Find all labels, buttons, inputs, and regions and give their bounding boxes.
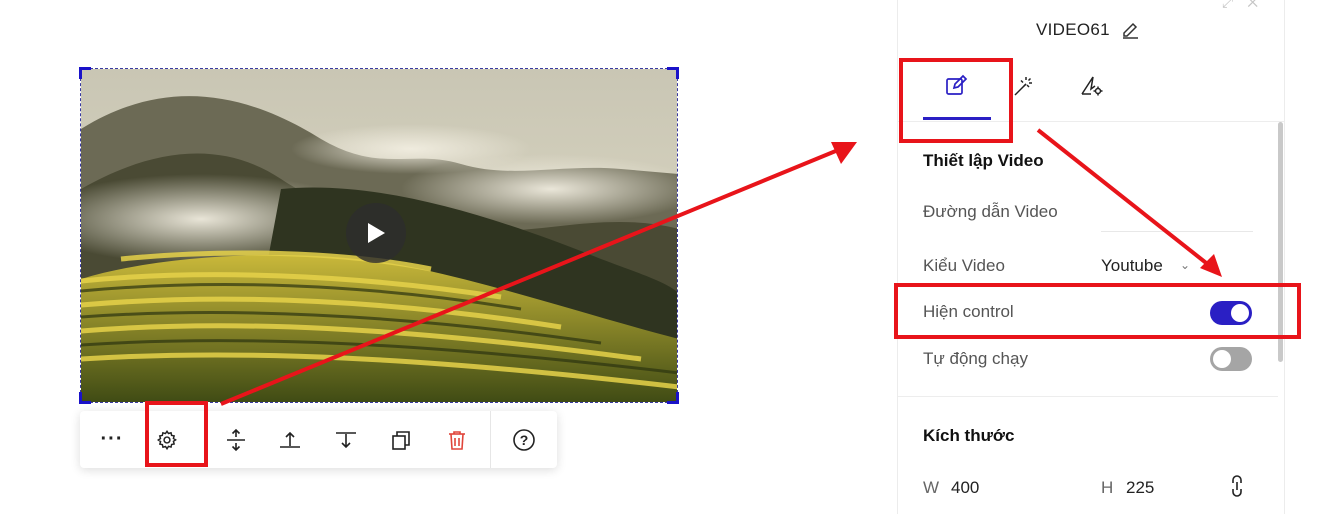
resize-handle-top-left[interactable]	[79, 67, 91, 79]
active-tab-indicator	[923, 117, 991, 120]
magic-wand-icon	[1014, 77, 1032, 96]
align-bottom-icon	[336, 431, 356, 448]
edit-icon	[946, 74, 968, 95]
help-button[interactable]: ?	[504, 411, 544, 468]
panel-scrollbar[interactable]	[1278, 122, 1283, 362]
rename-icon[interactable]	[1120, 19, 1140, 39]
delete-button[interactable]	[437, 411, 477, 468]
align-top-icon	[280, 431, 300, 448]
autoplay-toggle[interactable]	[1210, 347, 1252, 371]
resize-handle-top-right[interactable]	[667, 67, 679, 79]
settings-panel: ⤢✕ VIDEO61 Thiết lập Video Đường dẫn Vid…	[897, 0, 1285, 514]
height-input[interactable]: 225	[1126, 478, 1154, 498]
toggle-knob	[1213, 350, 1231, 368]
video-type-label: Kiểu Video	[923, 256, 1005, 275]
more-icon: ···	[100, 428, 124, 450]
play-icon	[368, 223, 385, 243]
chevron-down-icon: ⌄	[1180, 258, 1191, 272]
tabs-divider	[898, 121, 1284, 122]
help-icon: ?	[513, 428, 535, 451]
width-label: W	[923, 478, 940, 497]
resize-handle-bottom-left[interactable]	[79, 392, 91, 404]
video-settings-title: Thiết lập Video	[923, 151, 1044, 170]
move-vertical-button[interactable]	[216, 411, 256, 468]
move-vertical-icon	[227, 428, 245, 451]
width-input[interactable]: 400	[951, 478, 979, 498]
play-button[interactable]	[346, 203, 406, 263]
show-controls-toggle[interactable]	[1210, 301, 1252, 325]
size-section-title: Kích thước	[923, 426, 1015, 445]
arrow-head-to-panel	[831, 142, 857, 164]
autoplay-label: Tự động chạy	[923, 349, 1028, 368]
settings-button[interactable]	[147, 411, 187, 468]
window-controls[interactable]: ⤢✕	[1222, 0, 1272, 11]
resize-handle-bottom-right[interactable]	[667, 392, 679, 404]
tab-advanced[interactable]	[1072, 66, 1112, 106]
video-url-input[interactable]	[1101, 196, 1253, 232]
align-top-button[interactable]	[270, 411, 310, 468]
trash-icon	[449, 430, 465, 450]
aspect-lock-icon[interactable]	[1228, 474, 1246, 498]
duplicate-icon	[392, 430, 410, 450]
video-type-select[interactable]: Youtube	[1101, 256, 1163, 276]
gear-icon	[156, 429, 177, 450]
more-button[interactable]: ···	[92, 411, 132, 468]
panel-title: VIDEO61	[1036, 20, 1110, 39]
toolbar-divider	[490, 411, 491, 468]
toggle-knob	[1231, 304, 1249, 322]
svg-text:?: ?	[520, 432, 529, 448]
advanced-settings-icon	[1081, 76, 1103, 96]
tab-effects[interactable]	[1004, 66, 1044, 106]
align-bottom-button[interactable]	[326, 411, 366, 468]
section-divider	[898, 396, 1278, 397]
show-controls-label: Hiện control	[923, 302, 1014, 321]
height-label: H	[1101, 478, 1114, 497]
duplicate-button[interactable]	[381, 411, 421, 468]
tab-edit[interactable]	[936, 66, 976, 106]
element-toolbar: ··· ?	[80, 411, 557, 468]
video-url-label: Đường dẫn Video	[923, 202, 1058, 221]
